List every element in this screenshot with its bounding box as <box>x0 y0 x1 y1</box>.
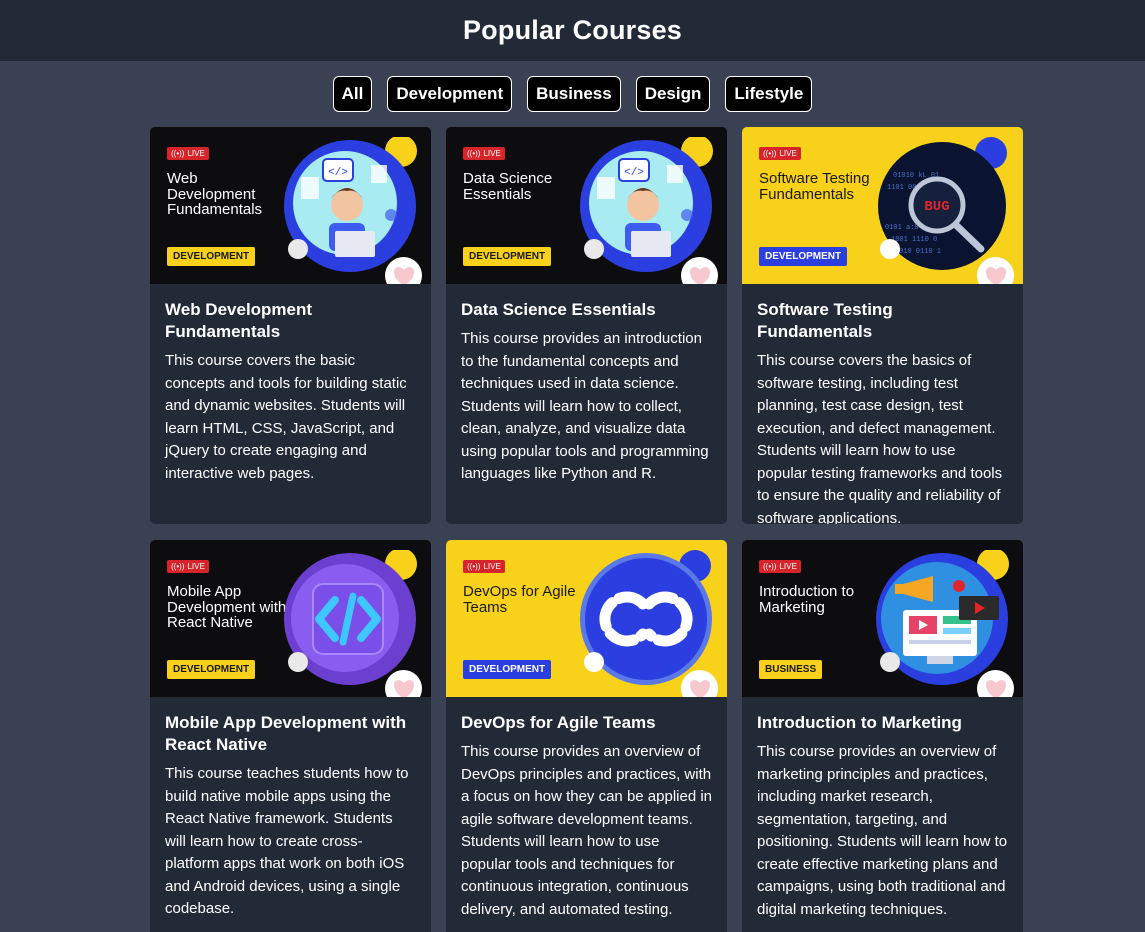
heart-icon <box>985 266 1006 284</box>
svg-text:</>: </> <box>328 167 348 179</box>
category-tag: DEVELOPMENT <box>463 247 552 266</box>
live-badge: ((•)) LIVE <box>167 560 209 573</box>
course-description: This course teaches students how to buil… <box>165 765 409 917</box>
decorative-dot <box>288 652 308 672</box>
filter-lifestyle-button[interactable]: Lifestyle <box>725 76 813 112</box>
course-title[interactable]: Web Development Fundamentals <box>165 299 416 343</box>
thumbnail-title: Introduction to Marketing <box>759 583 855 616</box>
decorative-dot <box>288 239 308 259</box>
filter-development-button[interactable]: Development <box>387 76 513 112</box>
course-card[interactable]: ((•)) LIVE Introduction to Marketing BUSI… <box>742 540 1023 932</box>
broadcast-icon: ((•)) <box>467 149 481 158</box>
course-card[interactable]: ((•)) LIVE Mobile App Development with Re… <box>150 540 431 932</box>
filter-design-button[interactable]: Design <box>635 76 711 112</box>
course-thumbnail: ((•)) LIVE Data Science Essentials DEVELO… <box>446 127 727 284</box>
live-badge: ((•)) LIVE <box>759 147 801 160</box>
course-card[interactable]: ((•)) LIVE DevOps for Agile Teams DEVELOP… <box>446 540 727 932</box>
course-thumbnail: ((•)) LIVE Web Development Fundamentals D… <box>150 127 431 284</box>
thumbnail-title: Web Development Fundamentals <box>167 170 263 218</box>
thumbnail-title: Data Science Essentials <box>463 170 553 203</box>
course-title[interactable]: Software Testing Fundamentals <box>757 299 1008 343</box>
course-thumbnail: ((•)) LIVE Software Testing Fundamentals … <box>742 127 1023 284</box>
decorative-dot <box>584 239 604 259</box>
thumbnail-title: DevOps for Agile Teams <box>463 583 576 616</box>
svg-text:</>: </> <box>624 167 644 179</box>
broadcast-icon: ((•)) <box>171 562 185 571</box>
category-tag: DEVELOPMENT <box>167 247 256 266</box>
live-badge: ((•)) LIVE <box>759 560 801 573</box>
filter-business-button[interactable]: Business <box>527 76 621 112</box>
course-thumbnail: ((•)) LIVE DevOps for Agile Teams DEVELOP… <box>446 540 727 697</box>
heart-icon <box>985 679 1006 697</box>
course-thumbnail: ((•)) LIVE Mobile App Development with Re… <box>150 540 431 697</box>
filter-all-button[interactable]: All <box>332 76 373 112</box>
page-header: Popular Courses <box>0 0 1145 61</box>
category-tag: DEVELOPMENT <box>463 660 552 679</box>
course-description: This course provides an overview of mark… <box>757 743 1008 918</box>
course-card[interactable]: ((•)) LIVE Software Testing Fundamentals … <box>742 127 1023 524</box>
course-description: This course covers the basics of softwar… <box>757 352 1003 524</box>
course-title[interactable]: Mobile App Development with React Native <box>165 712 416 756</box>
decorative-dot <box>584 652 604 672</box>
course-title[interactable]: Introduction to Marketing <box>757 712 1008 734</box>
decorative-dot <box>880 652 900 672</box>
thumbnail-title: Software Testing Fundamentals <box>759 170 870 203</box>
svg-text:BUG: BUG <box>924 199 949 215</box>
svg-text:010 0110 1: 010 0110 1 <box>899 248 941 256</box>
course-grid: ((•)) LIVE Web Development Fundamentals D… <box>150 127 1023 932</box>
category-tag: DEVELOPMENT <box>167 660 256 679</box>
heart-icon <box>689 266 710 284</box>
course-description: This course provides an overview of DevO… <box>461 743 713 918</box>
heart-icon <box>689 679 710 697</box>
broadcast-icon: ((•)) <box>467 562 481 571</box>
broadcast-icon: ((•)) <box>763 149 777 158</box>
thumbnail-title: Mobile App Development with React Native <box>167 583 287 631</box>
course-title[interactable]: Data Science Essentials <box>461 299 712 321</box>
heart-icon <box>393 266 414 284</box>
broadcast-icon: ((•)) <box>171 149 185 158</box>
live-badge: ((•)) LIVE <box>463 147 505 160</box>
course-card[interactable]: ((•)) LIVE Web Development Fundamentals D… <box>150 127 431 524</box>
live-badge: ((•)) LIVE <box>463 560 505 573</box>
heart-icon <box>393 679 414 697</box>
course-description: This course covers the basic concepts an… <box>165 352 407 482</box>
broadcast-icon: ((•)) <box>763 562 777 571</box>
decorative-dot <box>880 239 900 259</box>
category-filters: All Development Business Design Lifestyl… <box>0 76 1145 112</box>
course-title[interactable]: DevOps for Agile Teams <box>461 712 712 734</box>
page-title: Popular Courses <box>462 15 683 45</box>
live-badge: ((•)) LIVE <box>167 147 209 160</box>
category-tag: DEVELOPMENT <box>759 247 848 266</box>
course-card[interactable]: ((•)) LIVE Data Science Essentials DEVELO… <box>446 127 727 524</box>
course-thumbnail: ((•)) LIVE Introduction to Marketing BUSI… <box>742 540 1023 697</box>
course-description: This course provides an introduction to … <box>461 330 709 482</box>
category-tag: BUSINESS <box>759 660 823 679</box>
